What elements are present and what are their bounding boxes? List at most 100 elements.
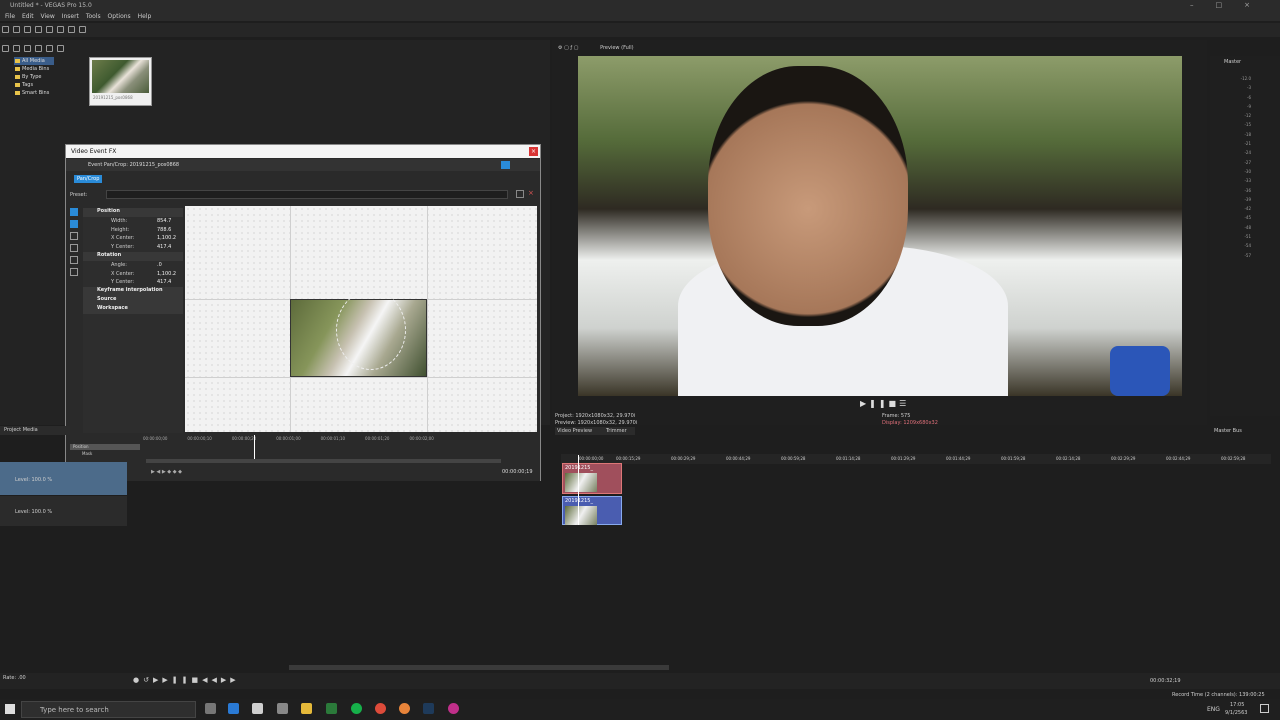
transport-bar: Rate: .00 ●↺▶▶❚❚■◀◀▶▶ 00:00:32;19 bbox=[0, 673, 1280, 689]
section-workspace[interactable]: Workspace bbox=[83, 304, 183, 314]
video-preview bbox=[578, 56, 1182, 396]
window-controls[interactable]: –□× bbox=[1190, 1, 1272, 9]
play-icon[interactable] bbox=[46, 45, 53, 52]
fx-scrollbar[interactable] bbox=[146, 459, 501, 463]
pan-crop-canvas[interactable] bbox=[185, 206, 537, 432]
grid-icon[interactable] bbox=[70, 256, 78, 264]
windows-start-icon[interactable] bbox=[5, 704, 15, 714]
fx-playhead[interactable] bbox=[254, 435, 255, 459]
mail-icon[interactable] bbox=[277, 703, 288, 714]
chrome-2-icon[interactable] bbox=[399, 703, 410, 714]
delete-preset-icon[interactable]: × bbox=[528, 189, 534, 197]
fx-transport-icons[interactable]: ▶ ◀ ▶ ◆ ◆ ◆ bbox=[151, 469, 182, 475]
section-rotation[interactable]: Rotation bbox=[83, 251, 183, 261]
view-icon[interactable] bbox=[57, 45, 64, 52]
properties-panel: Position Width: 854.7 Height: 788.6 X Cent… bbox=[83, 208, 183, 436]
preview-toolbar: ⚙ ▢ ƒ ▢ Preview (Full) bbox=[558, 45, 634, 51]
render-icon[interactable] bbox=[35, 26, 42, 33]
timeline-cursor[interactable] bbox=[578, 455, 579, 525]
import-icon[interactable] bbox=[2, 45, 9, 52]
zoom-icon[interactable] bbox=[70, 232, 78, 240]
help-icon[interactable] bbox=[79, 26, 86, 33]
move-icon[interactable] bbox=[70, 268, 78, 276]
tree-media-bins[interactable]: Media Bins bbox=[14, 65, 54, 73]
tree-all-media[interactable]: All Media bbox=[14, 57, 54, 65]
settings-icon[interactable] bbox=[70, 208, 78, 216]
preset-row: Preset: × bbox=[66, 189, 540, 200]
crop-frame[interactable] bbox=[290, 290, 427, 377]
timeline-ruler[interactable]: 00:00:00;00 00:00:15;29 00:00:29;29 00:0… bbox=[561, 454, 1271, 464]
menu-help[interactable]: Help bbox=[138, 13, 152, 20]
tree-by-type[interactable]: By Type bbox=[14, 73, 54, 81]
magnet-icon[interactable] bbox=[70, 244, 78, 252]
fx-tool-strip bbox=[70, 208, 80, 288]
open-icon[interactable] bbox=[13, 26, 20, 33]
tab-trimmer[interactable]: Trimmer bbox=[606, 428, 627, 434]
edge-icon[interactable] bbox=[228, 703, 239, 714]
guide-line bbox=[427, 206, 428, 432]
track-position[interactable]: Position bbox=[70, 444, 140, 450]
delete-icon[interactable] bbox=[24, 45, 31, 52]
line-icon[interactable] bbox=[351, 703, 362, 714]
fx-end-time: 00:00:00;19 bbox=[502, 469, 533, 475]
media-thumbnail[interactable]: 20191215_pos0868 bbox=[89, 57, 152, 106]
fx-icon[interactable] bbox=[35, 45, 42, 52]
track-header-1[interactable]: Level: 100.0 % bbox=[0, 462, 127, 495]
redo-icon[interactable] bbox=[68, 26, 75, 33]
tree-tags[interactable]: Tags bbox=[14, 81, 54, 89]
save-icon[interactable] bbox=[24, 26, 31, 33]
notification-icon[interactable] bbox=[1260, 704, 1269, 713]
preview-settings-icon[interactable]: ⚙ ▢ ƒ ▢ bbox=[558, 45, 578, 51]
tree-smart-bins[interactable]: Smart Bins bbox=[14, 89, 54, 97]
capture-icon[interactable] bbox=[13, 45, 20, 52]
fx-plugin-icon[interactable] bbox=[501, 161, 510, 169]
undo-icon[interactable] bbox=[57, 26, 64, 33]
timeline-clip-video[interactable]: 20191215_ bbox=[562, 463, 622, 494]
track-mask[interactable]: Mask bbox=[70, 451, 140, 457]
new-icon[interactable] bbox=[2, 26, 9, 33]
menu-edit[interactable]: Edit bbox=[22, 13, 34, 20]
clock-time[interactable]: 17:05 bbox=[1230, 702, 1244, 708]
task-view-icon[interactable] bbox=[205, 703, 216, 714]
menu-tools[interactable]: Tools bbox=[86, 13, 101, 20]
pan-crop-chip[interactable]: Pan/Crop bbox=[74, 175, 103, 183]
preset-dropdown[interactable] bbox=[106, 190, 508, 199]
vegas-icon[interactable] bbox=[423, 703, 434, 714]
crop-selection-outline[interactable] bbox=[336, 290, 406, 370]
app-2-icon[interactable] bbox=[448, 703, 459, 714]
timeline-clip-audio[interactable]: 20191215_ bbox=[562, 496, 622, 525]
preview-bottle bbox=[1110, 346, 1170, 396]
tab-video-preview[interactable]: Video Preview bbox=[557, 428, 592, 434]
preview-transport[interactable]: ▶❚❚■☰ bbox=[860, 399, 909, 408]
preview-quality[interactable]: Preview (Full) bbox=[600, 45, 634, 51]
section-keyframe-interpolation[interactable]: Keyframe interpolation bbox=[83, 287, 183, 296]
app-icon[interactable] bbox=[326, 703, 337, 714]
chrome-icon[interactable] bbox=[375, 703, 386, 714]
track1-level[interactable]: Level: 100.0 % bbox=[15, 477, 52, 483]
preset-label: Preset: bbox=[70, 192, 88, 198]
clock-date[interactable]: 9/1/2563 bbox=[1225, 710, 1247, 716]
language-indicator[interactable]: ENG bbox=[1207, 706, 1220, 713]
tab-project-media[interactable]: Project Media bbox=[4, 427, 38, 433]
transport-controls[interactable]: ●↺▶▶❚❚■◀◀▶▶ bbox=[133, 676, 240, 684]
section-position[interactable]: Position bbox=[83, 208, 183, 217]
timeline-scrollbar[interactable] bbox=[289, 665, 669, 670]
menu-file[interactable]: File bbox=[5, 13, 15, 20]
store-icon[interactable] bbox=[252, 703, 263, 714]
record-time: Record Time (2 channels): 139:00:25 bbox=[1172, 692, 1265, 698]
taskbar-search[interactable]: Type here to search bbox=[21, 701, 196, 718]
track-header-2[interactable]: Level: 100.0 % bbox=[0, 496, 127, 526]
project-media-tab: Project Media bbox=[0, 426, 70, 435]
pointer-icon[interactable] bbox=[70, 220, 78, 228]
close-icon[interactable]: × bbox=[529, 147, 538, 156]
menu-options[interactable]: Options bbox=[108, 13, 131, 20]
section-source[interactable]: Source bbox=[83, 295, 183, 305]
prop-row: Y Center: 417.4 bbox=[111, 279, 172, 286]
track2-level[interactable]: Level: 100.0 % bbox=[15, 509, 52, 515]
properties-icon[interactable] bbox=[46, 26, 53, 33]
menu-insert[interactable]: Insert bbox=[62, 13, 79, 20]
menu-view[interactable]: View bbox=[41, 13, 55, 20]
folder-icon[interactable] bbox=[301, 703, 312, 714]
save-preset-icon[interactable] bbox=[516, 190, 524, 198]
clip-thumbnail bbox=[565, 473, 597, 492]
